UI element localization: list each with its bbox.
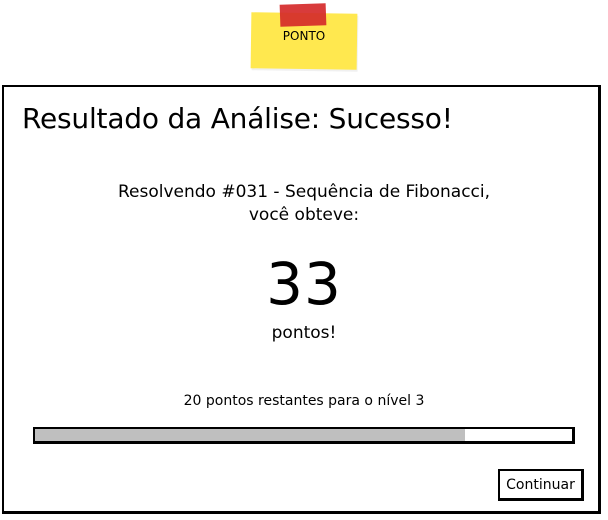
description-line-2: você obteve: (248, 205, 360, 225)
description-line-1: Resolvendo #031 - Sequência de Fibonacci… (117, 182, 491, 202)
dialog-title: Resultado da Análise: Sucesso! (22, 102, 453, 135)
level-progress-fill (35, 429, 465, 441)
score-unit: pontos! (271, 323, 337, 343)
sticky-note-tape (279, 3, 327, 27)
sticky-note-label: PONTO (282, 29, 326, 43)
screen: PONTO Resultado da Análise: Sucesso! Res… (0, 0, 608, 520)
continue-button[interactable]: Continuar (498, 469, 584, 501)
score-value: 33 (266, 250, 342, 318)
level-progress-bar (33, 427, 575, 444)
remaining-points-text: 20 pontos restantes para o nível 3 (183, 393, 425, 409)
